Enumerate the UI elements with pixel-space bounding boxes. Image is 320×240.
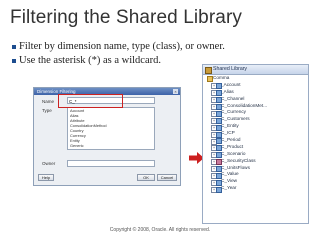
library-item-label: C_Scenario <box>221 150 246 156</box>
copyright-footer: Copyright © 2008, Oracle. All rights res… <box>109 227 211 233</box>
library-item-label: C_Customers <box>221 116 250 122</box>
library-tree-item[interactable]: + C_ConsolidationMet... <box>205 102 306 111</box>
library-tree-item[interactable]: + C_ICP <box>205 130 306 138</box>
tree-root[interactable]: Comma <box>205 75 306 83</box>
library-title: Shared Library <box>213 66 248 72</box>
library-item-label: C_ConsolidationMet... <box>221 102 268 108</box>
library-item-label: C_Entity <box>221 123 239 129</box>
library-tree-item[interactable]: + _Alias <box>205 88 306 97</box>
library-tree: Comma + _Account + _Alias + C_Channel + C_Conso… <box>205 75 306 193</box>
library-item-label: C_Year <box>221 185 237 191</box>
bullet-square-icon <box>12 59 16 63</box>
shared-library-panel: Shared Library Comma + _Account + _Alias + C_… <box>202 64 309 224</box>
library-item-label: C_Value <box>221 171 239 177</box>
library-item-label: C_SecurityClass <box>221 157 256 163</box>
library-tree-item[interactable]: + C_Scenario <box>205 150 306 159</box>
bullet-item: Use the asterisk (*) as a wildcard. <box>12 54 225 68</box>
bullet-item: Filter by dimension name, type (class), … <box>12 40 225 54</box>
library-item-label: C_UnitsFlows <box>221 164 250 170</box>
library-tree-item[interactable]: + C_UnitsFlows <box>205 164 306 173</box>
library-icon <box>205 67 212 74</box>
library-tree-item[interactable]: + C_Customers <box>205 116 306 124</box>
library-tree-item[interactable]: + C_Product <box>205 143 306 152</box>
library-item-label: _Account <box>221 81 241 87</box>
library-item-label: C_Channel <box>221 95 245 101</box>
library-item-label: C_Period <box>221 137 241 143</box>
name-field-highlight <box>58 94 123 108</box>
type-listbox[interactable]: Account Alias Attribute ConsolidationMet… <box>67 107 155 150</box>
library-tree-item[interactable]: + C_Period <box>205 137 306 145</box>
type-label: Type <box>42 108 52 113</box>
help-button[interactable]: Help <box>38 174 54 181</box>
library-tree-item[interactable]: + C_Currency <box>205 109 306 117</box>
library-tree-item[interactable]: + _Account <box>205 81 306 90</box>
library-tree-item[interactable]: + C_SecurityClass <box>205 157 306 166</box>
library-tree-item[interactable]: + C_Entity <box>205 123 306 131</box>
library-tree-item[interactable]: + C_Channel <box>205 95 306 104</box>
library-item-label: C_Product <box>221 143 244 149</box>
library-titlebar: Shared Library <box>203 65 308 75</box>
library-tree-item[interactable]: + C_Year <box>205 185 306 193</box>
owner-filter-input[interactable] <box>67 160 155 167</box>
dimension-icon <box>216 186 222 193</box>
library-item-label: _Alias <box>221 88 234 94</box>
library-item-label: C_ICP <box>221 130 235 136</box>
library-item-label: C_View <box>221 178 238 184</box>
library-tree-item[interactable]: + C_View <box>205 178 306 186</box>
name-label: Name <box>42 99 55 104</box>
bullet-list: Filter by dimension name, type (class), … <box>12 40 225 68</box>
library-item-label: C_Currency <box>221 109 247 115</box>
library-tree-item[interactable]: + C_Value <box>205 171 306 179</box>
slide-title: Filtering the Shared Library <box>10 7 242 28</box>
close-icon[interactable]: × <box>173 89 178 94</box>
owner-label: Owner <box>42 161 56 166</box>
ok-button[interactable]: OK <box>137 174 155 181</box>
type-option[interactable]: Generic <box>68 143 154 148</box>
bullet-square-icon <box>12 45 16 49</box>
cancel-button[interactable]: Cancel <box>157 174 177 181</box>
